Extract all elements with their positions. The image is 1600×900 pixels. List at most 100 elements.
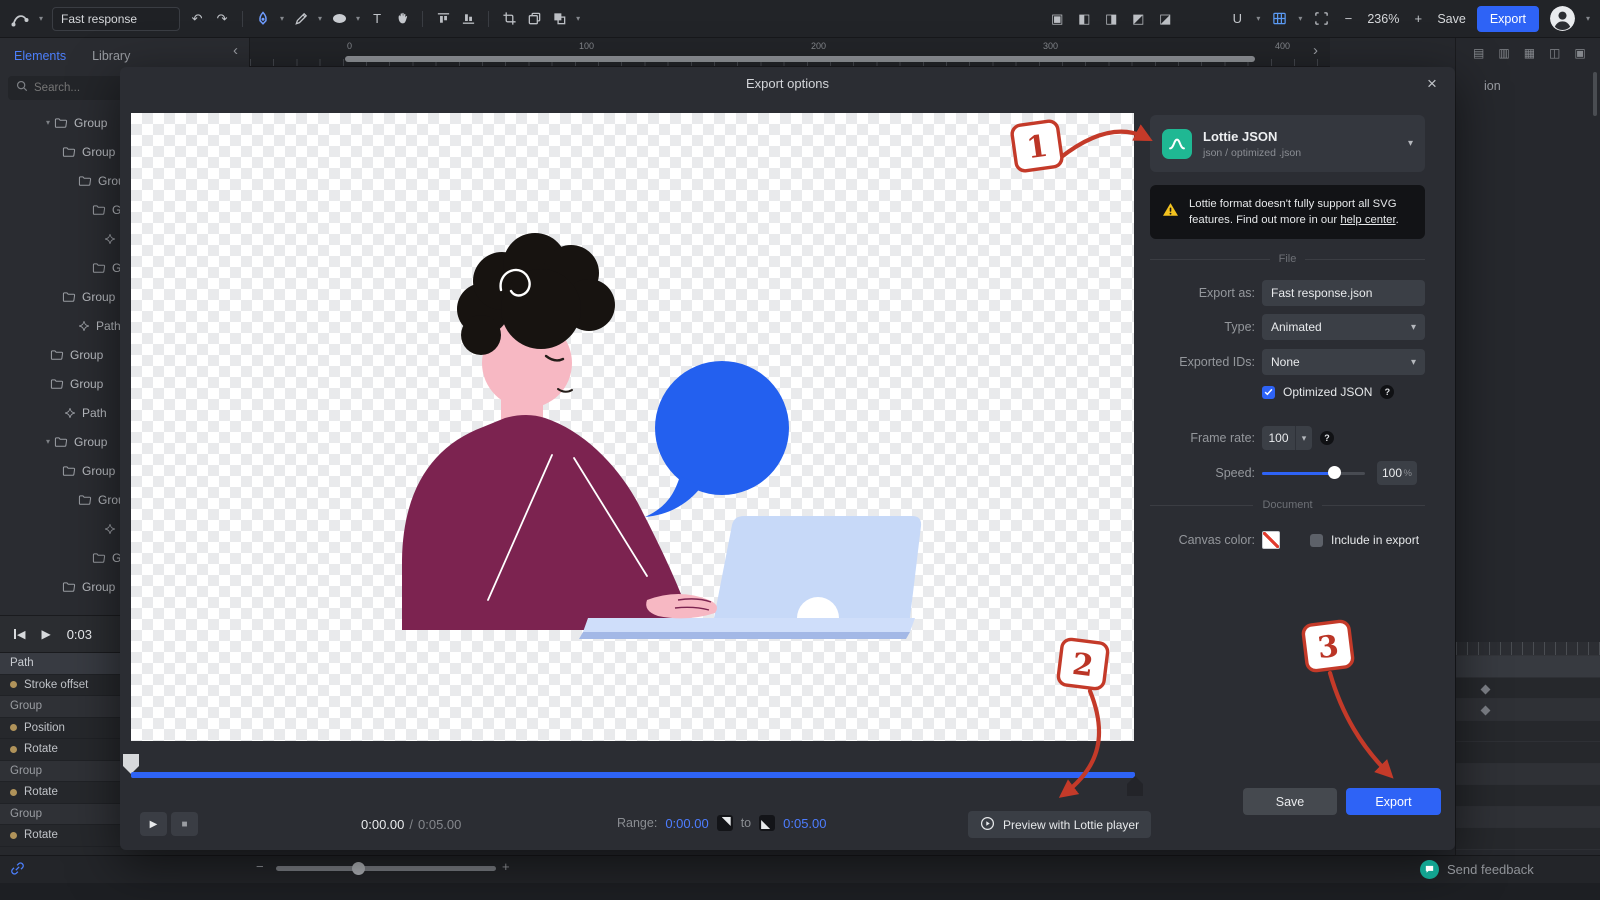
duplicate-icon[interactable] <box>526 9 542 29</box>
pencil-tool-chevron-icon[interactable]: ▾ <box>318 14 322 23</box>
hand-tool-icon[interactable] <box>394 9 410 29</box>
timeline-row-label: Group <box>10 765 42 777</box>
u-effects-tool[interactable]: U <box>1229 9 1245 29</box>
exclude-icon[interactable]: ◪ <box>1157 9 1173 29</box>
set-range-start-icon[interactable] <box>717 815 733 831</box>
range-end-value[interactable]: 0:05.00 <box>783 816 826 831</box>
include-in-export-checkbox[interactable] <box>1310 534 1323 547</box>
chevron-down-icon: ▾ <box>1295 426 1312 450</box>
path-star-icon <box>64 407 76 419</box>
caret-down-icon[interactable]: ▾ <box>46 118 50 127</box>
right-panel-scrollbar[interactable] <box>1593 72 1597 116</box>
timeline-zoom-scrollbar[interactable] <box>276 866 496 871</box>
boolean-chevron-icon[interactable]: ▾ <box>576 14 580 23</box>
send-feedback-button[interactable]: Send feedback <box>1420 860 1534 879</box>
collapse-right-panel-icon[interactable]: › <box>1313 42 1318 59</box>
help-icon[interactable]: ? <box>1380 385 1394 399</box>
zoom-level[interactable]: 236% <box>1367 12 1399 26</box>
redo-icon[interactable]: ↷ <box>214 9 230 29</box>
shape-tool-icon[interactable] <box>331 9 347 29</box>
boolean-icon[interactable] <box>551 9 567 29</box>
frame-icon[interactable]: ▣ <box>1049 9 1065 29</box>
layer-label: Group <box>74 116 107 130</box>
crop-icon[interactable] <box>501 9 517 29</box>
zoom-out-button[interactable]: − <box>1340 9 1356 29</box>
link-icon[interactable] <box>10 861 25 881</box>
collapse-left-panel-icon[interactable]: ‹ <box>233 42 238 59</box>
intersect-icon[interactable]: ◩ <box>1130 9 1146 29</box>
panel-icon[interactable]: ▥ <box>1498 46 1509 60</box>
caret-down-icon[interactable]: ▾ <box>46 437 50 446</box>
frame-rate-dropdown[interactable]: 100▾ <box>1262 426 1312 450</box>
illustration <box>131 113 1134 741</box>
play-icon[interactable]: ▶ <box>41 627 50 641</box>
speed-slider[interactable] <box>1262 461 1365 485</box>
align-bottom-icon[interactable] <box>460 9 476 29</box>
u-effects-chevron-icon[interactable]: ▾ <box>1256 14 1260 23</box>
folder-icon <box>78 175 92 187</box>
trim-end-handle[interactable] <box>1127 776 1143 796</box>
canvas-horizontal-scrollbar[interactable] <box>345 56 1255 62</box>
modal-export-button[interactable]: Export <box>1346 788 1441 815</box>
pen-tool-chevron-icon[interactable]: ▾ <box>280 14 284 23</box>
frame-rate-value: 100 <box>1262 431 1295 445</box>
align-top-icon[interactable] <box>435 9 451 29</box>
panel-icon[interactable]: ◫ <box>1549 46 1560 60</box>
panel-icon[interactable]: ▤ <box>1473 46 1484 60</box>
property-dot-icon <box>10 789 17 796</box>
help-icon[interactable]: ? <box>1320 431 1334 445</box>
range-start-value[interactable]: 0:00.00 <box>665 816 708 831</box>
pen-tool-icon[interactable] <box>255 9 271 29</box>
optimized-json-checkbox[interactable] <box>1262 386 1275 399</box>
toolbar-export-button[interactable]: Export <box>1477 6 1539 32</box>
app-logo-icon[interactable] <box>10 9 30 29</box>
exported-ids-dropdown[interactable]: None▾ <box>1262 349 1425 375</box>
preview-with-lottie-button[interactable]: Preview with Lottie player <box>968 811 1151 838</box>
preview-play-button[interactable]: ▶ <box>140 812 167 836</box>
trim-start-handle[interactable] <box>123 754 139 774</box>
close-icon[interactable]: × <box>1419 71 1445 97</box>
avatar-chevron-icon[interactable]: ▾ <box>1586 14 1590 23</box>
panel-icon[interactable]: ▣ <box>1574 46 1585 60</box>
export-format-dropdown[interactable]: Lottie JSON json / optimized .json ▾ <box>1150 115 1425 172</box>
timeline-zoom-knob[interactable] <box>352 862 365 875</box>
preview-timeline-scrubber[interactable] <box>131 772 1135 778</box>
frame-rate-row: Frame rate: 100▾ ? <box>1150 426 1334 450</box>
avatar[interactable] <box>1550 6 1575 31</box>
zoom-in-button[interactable]: + <box>1410 9 1426 29</box>
export-filename-input[interactable] <box>1262 280 1425 306</box>
tab-library[interactable]: Library <box>92 49 130 63</box>
timeline-zoom-out-button[interactable]: − <box>256 859 264 874</box>
folder-icon <box>92 204 106 216</box>
timeline-zoom-in-button[interactable]: + <box>502 859 510 874</box>
speed-value-box[interactable]: 100% <box>1377 461 1417 485</box>
skip-to-start-icon[interactable]: ◀ <box>14 628 25 641</box>
type-dropdown[interactable]: Animated▾ <box>1262 314 1425 340</box>
toolbar-save-button[interactable]: Save <box>1437 12 1466 26</box>
help-center-link[interactable]: help center <box>1340 214 1395 226</box>
preview-stop-button[interactable]: ■ <box>171 812 198 836</box>
export-preview <box>131 113 1134 741</box>
canvas-color-swatch[interactable] <box>1262 531 1280 549</box>
layer-label: Path <box>82 406 107 420</box>
project-title-input[interactable] <box>52 7 180 31</box>
text-tool-icon[interactable]: T <box>369 9 385 29</box>
panel-icon[interactable]: ▦ <box>1524 46 1535 60</box>
timeline-row-label: Path <box>10 657 34 669</box>
undo-icon[interactable]: ↶ <box>189 9 205 29</box>
pencil-tool-icon[interactable] <box>293 9 309 29</box>
set-range-end-icon[interactable] <box>759 815 775 831</box>
slider-thumb[interactable] <box>1328 466 1341 479</box>
logo-menu-chevron-icon[interactable]: ▾ <box>39 14 43 23</box>
time-current: 0:00.00 <box>361 817 404 832</box>
grid-view-icon[interactable] <box>1271 9 1287 29</box>
shape-tool-chevron-icon[interactable]: ▾ <box>356 14 360 23</box>
unite-icon[interactable]: ◧ <box>1076 9 1092 29</box>
lottie-warning: Lottie format doesn't fully support all … <box>1150 185 1425 239</box>
modal-save-button[interactable]: Save <box>1243 788 1337 815</box>
subtract-icon[interactable]: ◨ <box>1103 9 1119 29</box>
fit-to-screen-icon[interactable] <box>1313 9 1329 29</box>
folder-icon <box>50 378 64 390</box>
tab-elements[interactable]: Elements <box>14 49 66 63</box>
grid-view-chevron-icon[interactable]: ▾ <box>1298 14 1302 23</box>
